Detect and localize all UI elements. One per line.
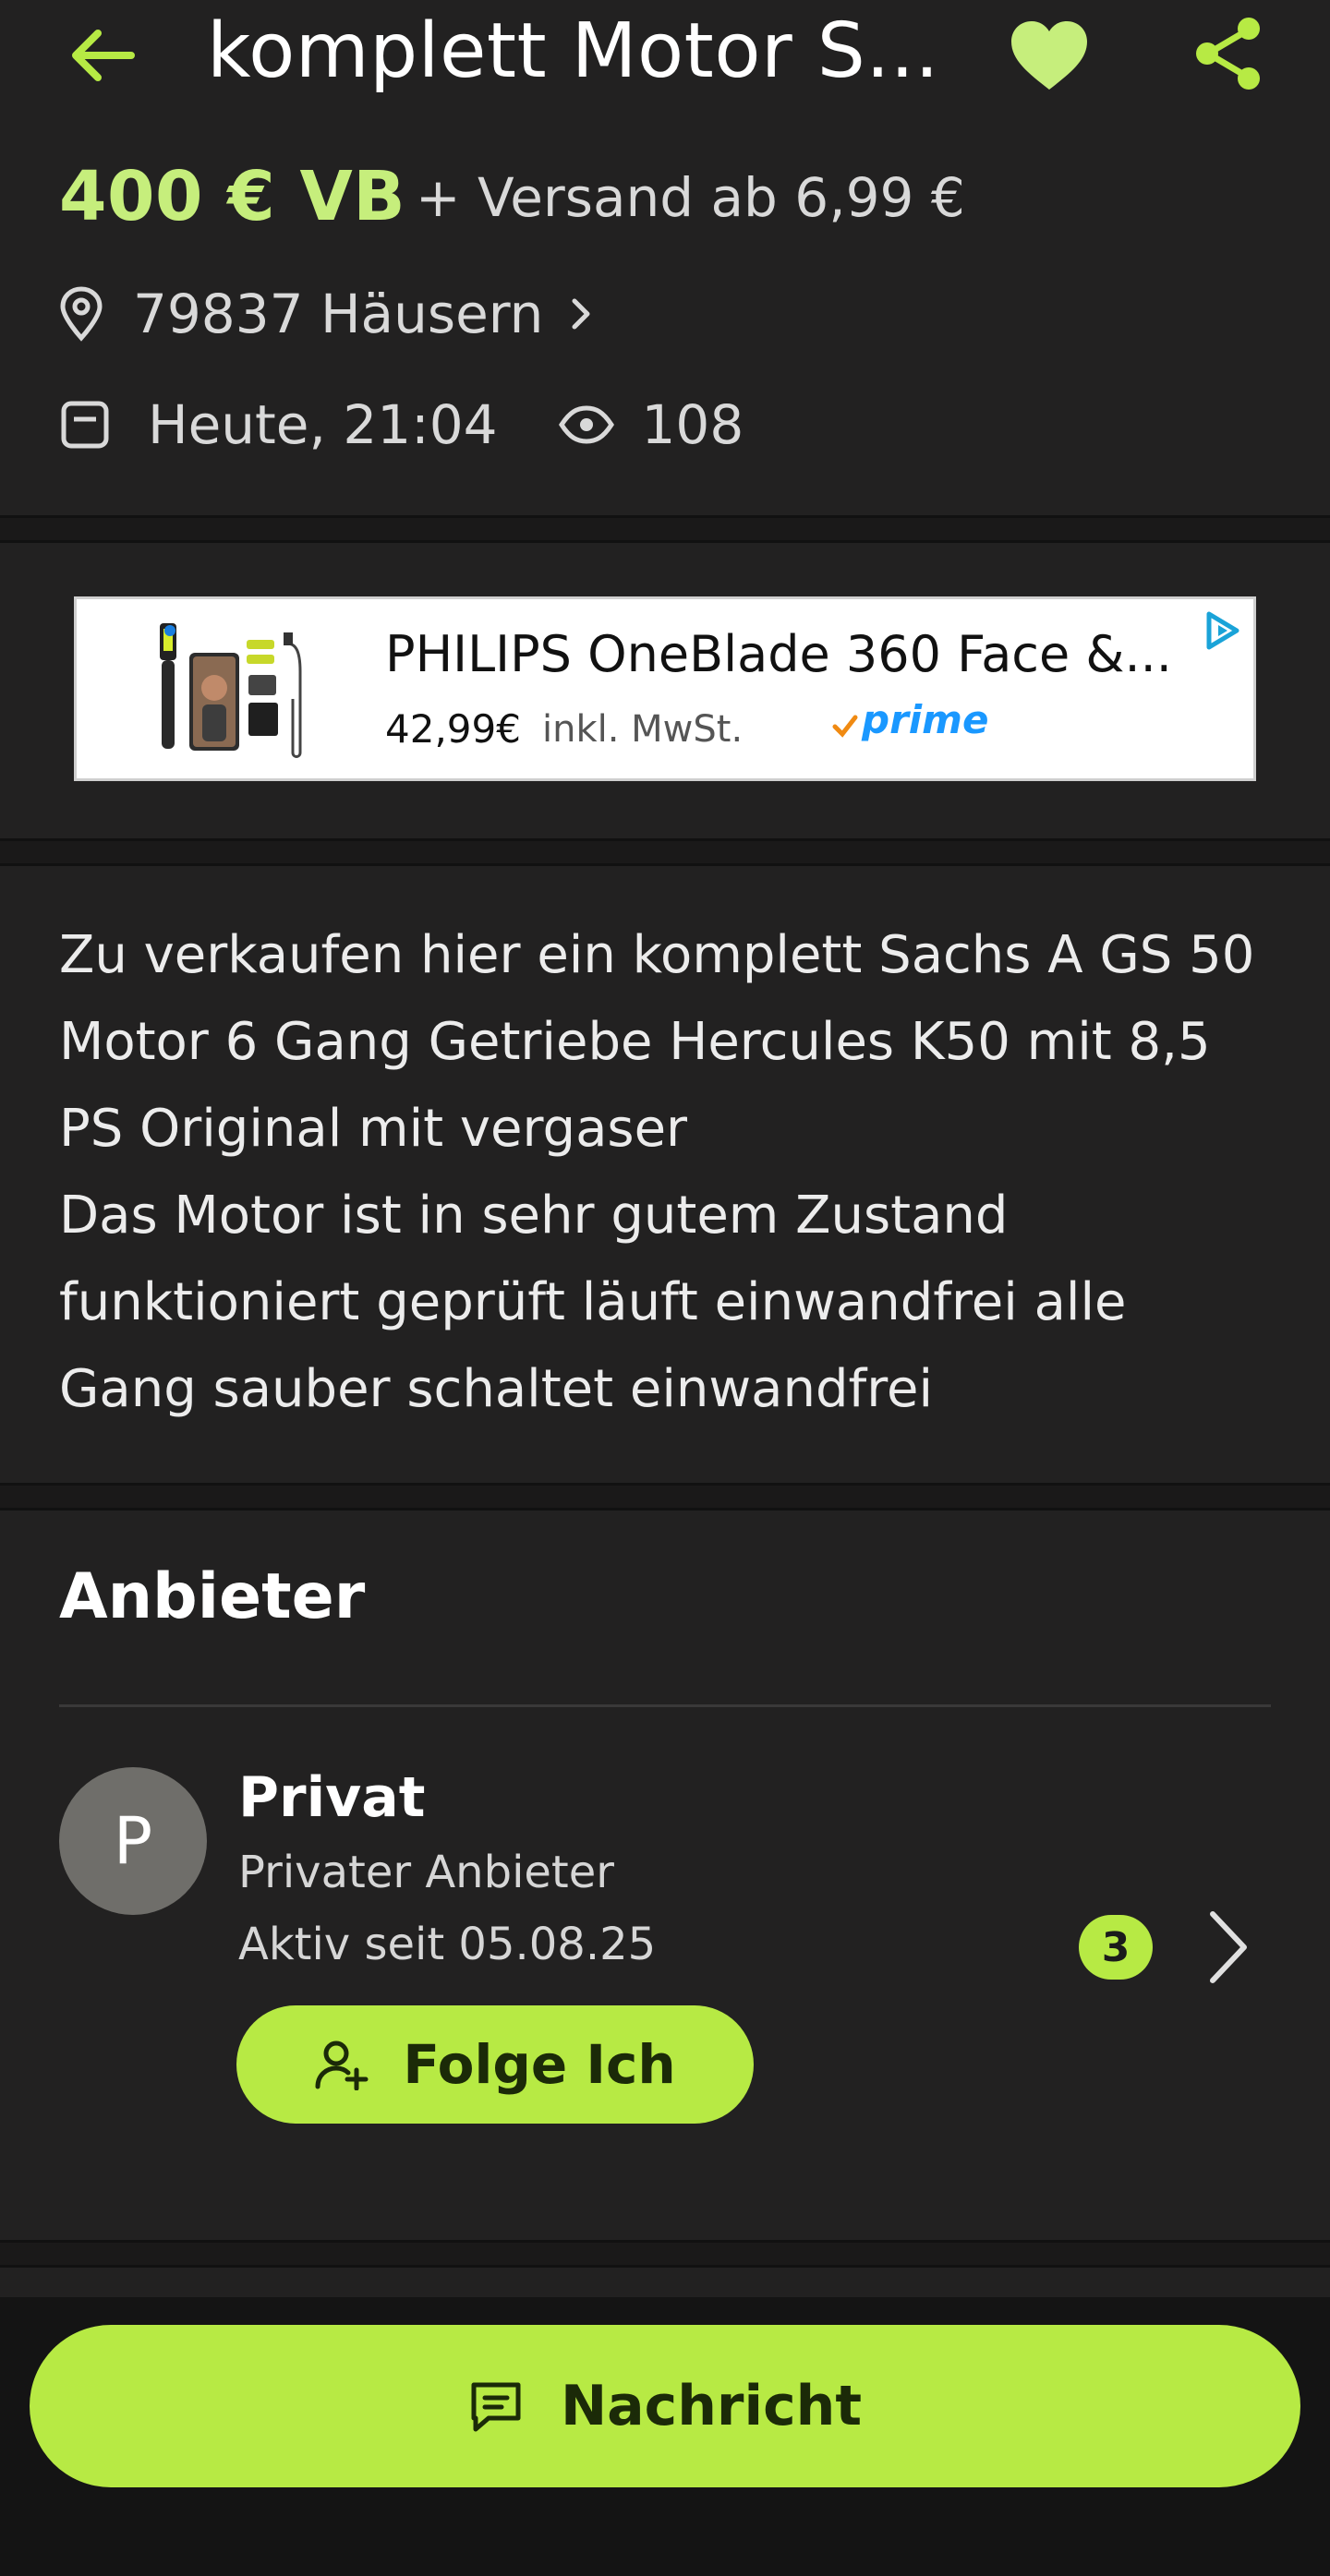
follow-button-label: Folge Ich xyxy=(403,2033,676,2096)
section-divider xyxy=(0,2240,1330,2268)
section-divider xyxy=(0,515,1330,543)
ad-price: 42,99€ xyxy=(385,706,521,752)
prime-badge: prime xyxy=(862,697,989,742)
view-count: 108 xyxy=(641,393,744,456)
location-link[interactable]: 79837 Häusern xyxy=(59,277,593,351)
ad-tax-note: inkl. MwSt. xyxy=(542,708,744,751)
seller-profile-link[interactable] xyxy=(1201,1906,1256,1989)
price: 400 € VB xyxy=(59,157,406,236)
app-bar: komplett Motor S... xyxy=(0,0,1330,138)
location-pin-icon xyxy=(60,286,103,342)
share-icon xyxy=(1196,18,1260,90)
heart-icon xyxy=(1011,21,1087,90)
back-button[interactable] xyxy=(61,18,144,92)
section-divider xyxy=(0,1483,1330,1511)
seller-name[interactable]: Privat xyxy=(238,1765,425,1830)
prime-check-icon xyxy=(832,715,858,738)
message-button[interactable]: Nachricht xyxy=(30,2325,1300,2487)
message-button-label: Nachricht xyxy=(560,2374,863,2438)
calendar-icon xyxy=(61,401,109,449)
ad-title: PHILIPS OneBlade 360 Face &... xyxy=(385,625,1172,683)
seller-active-since: Aktiv seit 05.08.25 xyxy=(238,1919,657,1970)
section-divider xyxy=(0,838,1330,866)
seller-type: Privater Anbieter xyxy=(238,1847,615,1898)
follow-button[interactable]: Folge Ich xyxy=(236,2005,754,2124)
chevron-right-icon xyxy=(572,298,590,330)
add-user-icon xyxy=(314,2039,369,2090)
ad-banner[interactable]: PHILIPS OneBlade 360 Face &... 42,99€ in… xyxy=(74,596,1256,781)
share-button[interactable] xyxy=(1186,11,1271,96)
shipping-info: + Versand ab 6,99 € xyxy=(416,166,965,229)
message-icon xyxy=(468,2379,524,2433)
eye-icon xyxy=(558,405,614,444)
posted-date: Heute, 21:04 xyxy=(148,393,498,456)
meta-row: Heute, 21:04 108 xyxy=(59,388,744,462)
arrow-left-icon xyxy=(72,30,135,81)
ad-choices-icon[interactable] xyxy=(1202,610,1242,651)
listing-page: komplett Motor S... 400 € VB + Versand a… xyxy=(0,0,1330,2576)
divider xyxy=(59,1704,1271,1707)
listing-count-badge: 3 xyxy=(1079,1915,1153,1980)
seller-section-title: Anbieter xyxy=(59,1560,366,1633)
location-text: 79837 Häusern xyxy=(133,283,544,345)
product-image xyxy=(160,623,302,758)
chevron-right-icon xyxy=(1210,1911,1247,1983)
avatar[interactable]: P xyxy=(59,1767,207,1915)
listing-description: Zu verkaufen hier ein komplett Sachs A G… xyxy=(59,925,1255,1419)
page-title: komplett Motor S... xyxy=(207,7,940,95)
favorite-button[interactable] xyxy=(1007,13,1092,98)
